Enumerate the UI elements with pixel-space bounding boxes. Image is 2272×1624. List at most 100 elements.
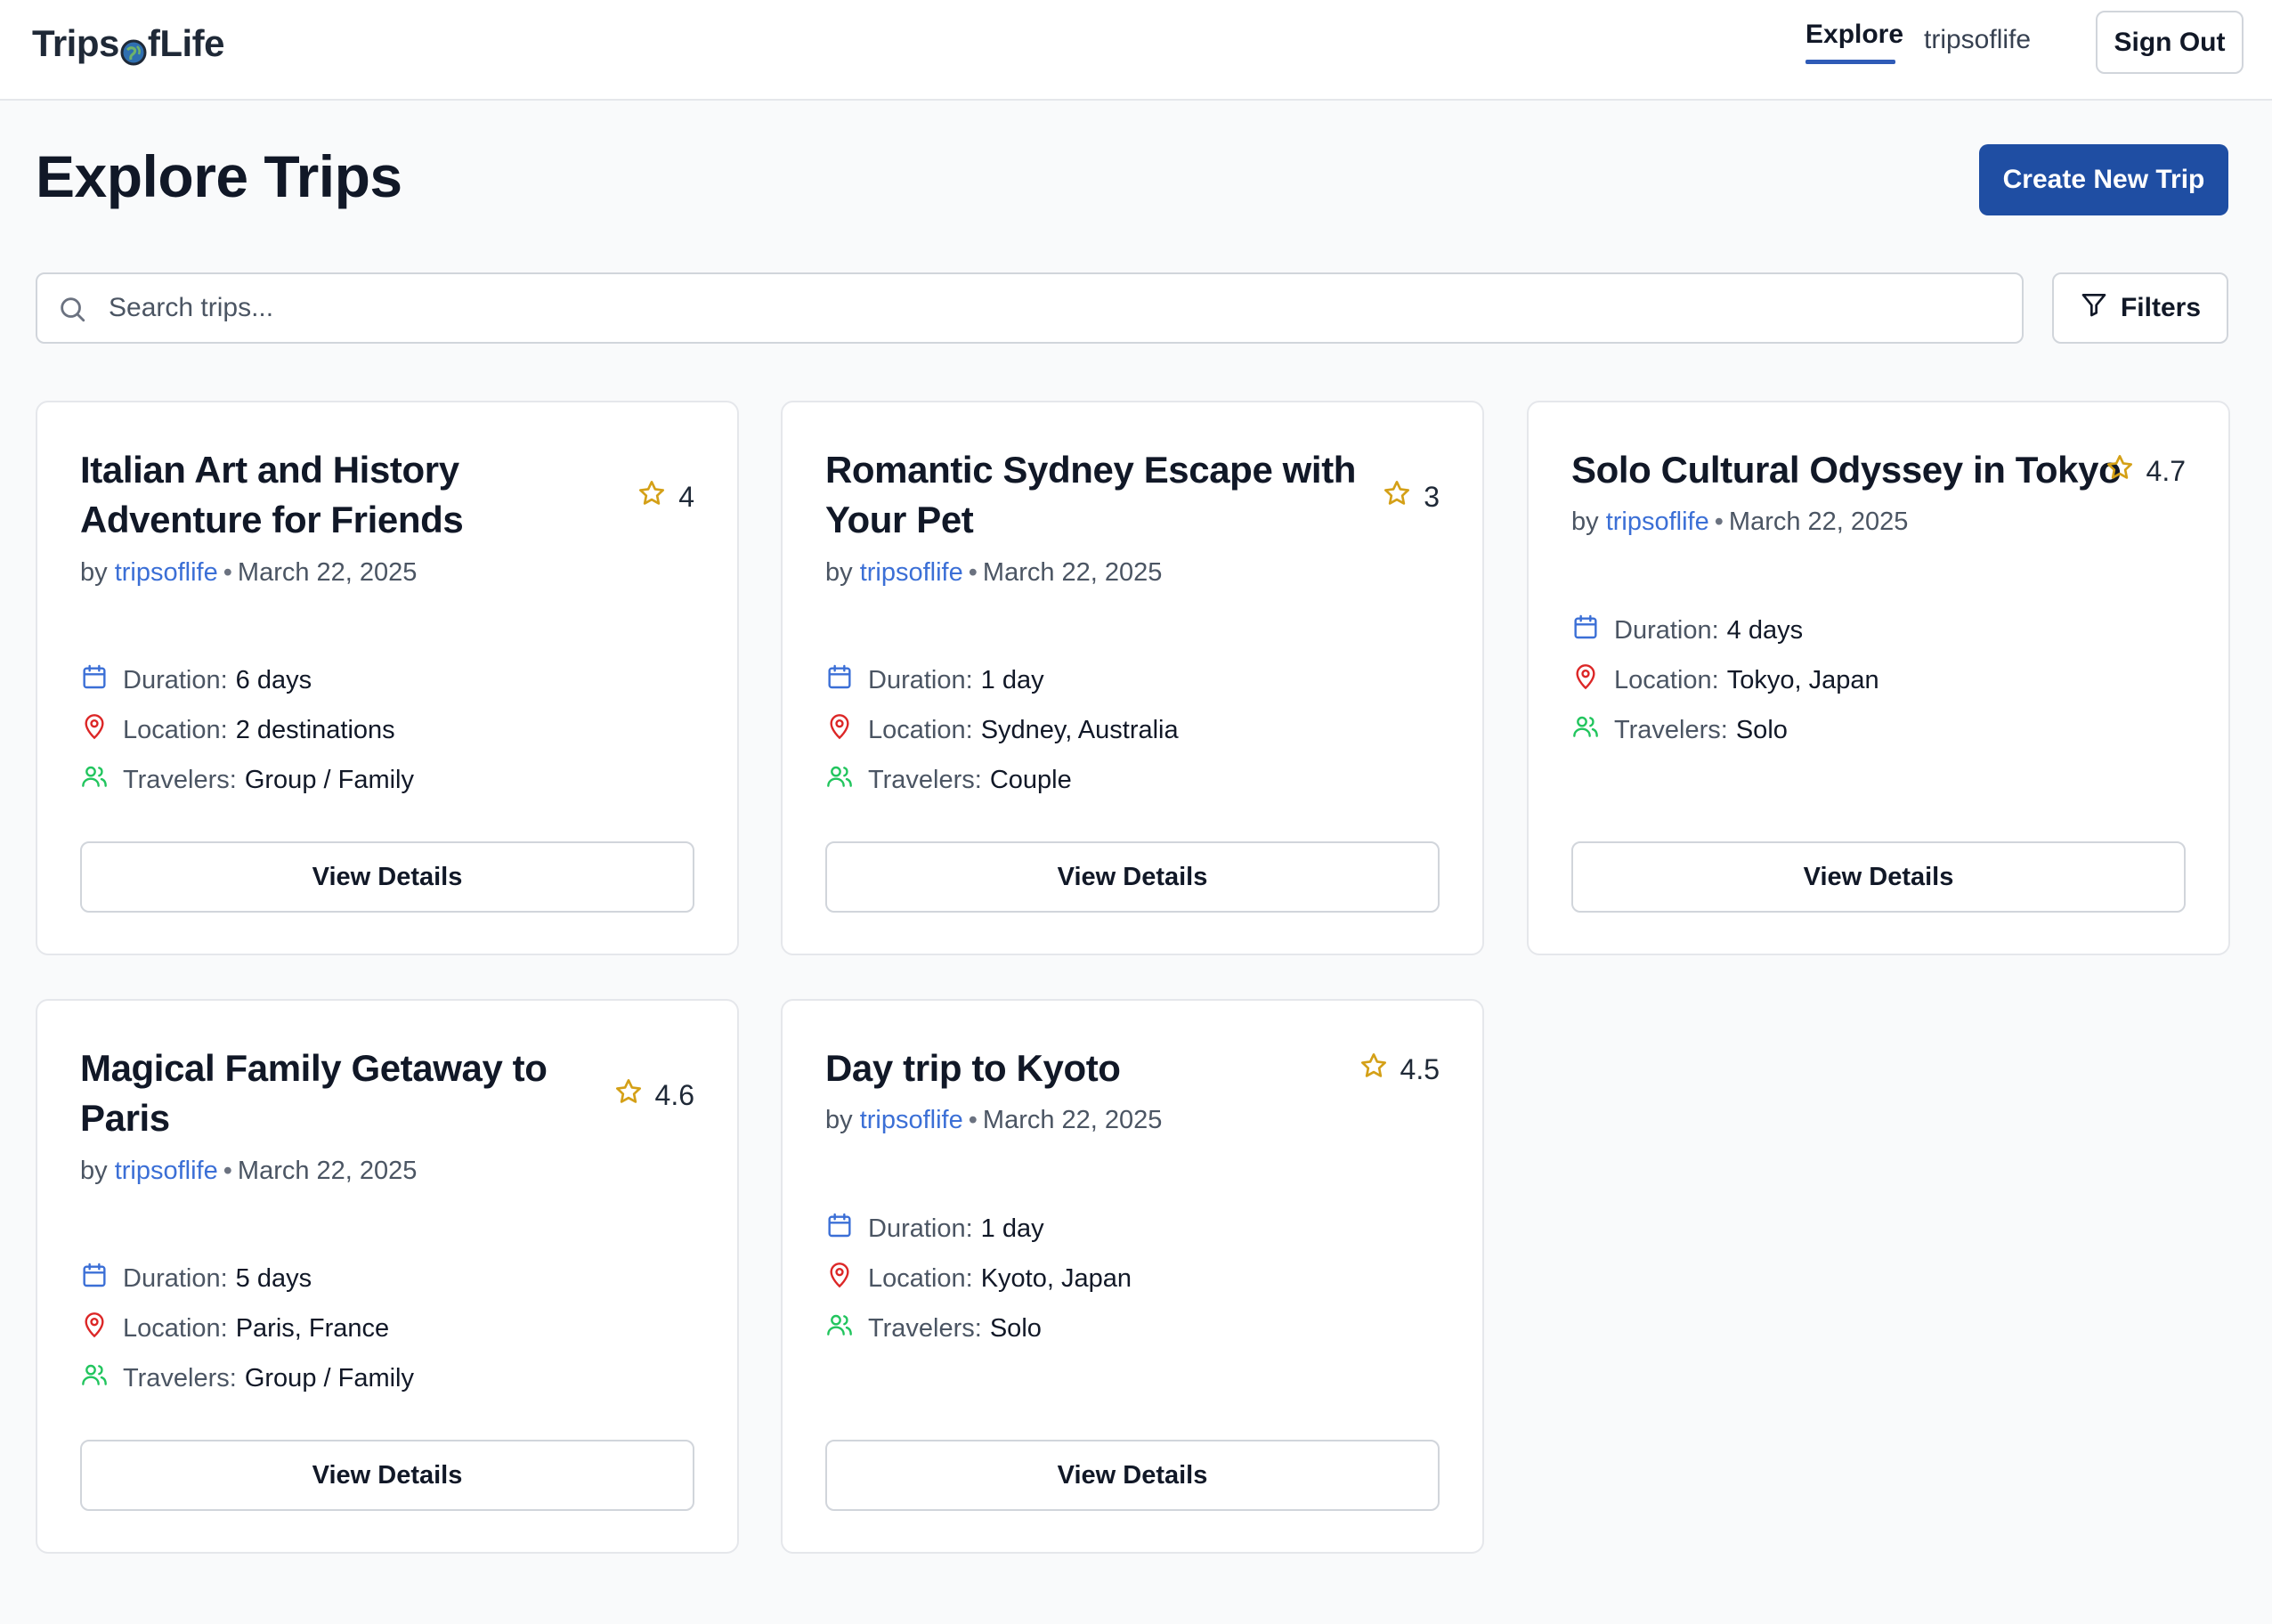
author-link[interactable]: tripsoflife [860, 1106, 963, 1134]
create-new-trip-button[interactable]: Create New Trip [1979, 144, 2228, 215]
sign-out-button[interactable]: Sign Out [2096, 11, 2244, 74]
trip-card: Solo Cultural Odyssey in Tokyo 4.7 by tr… [1527, 401, 2230, 955]
travelers-value: Couple [989, 765, 1072, 794]
location-row: Location: Sydney, Australia [825, 705, 1179, 755]
map-pin-icon [825, 1261, 868, 1296]
trip-rating: 4.7 [2106, 453, 2186, 489]
rating-value: 3 [1424, 480, 1440, 513]
trip-byline: by tripsoflife • March 22, 2025 [80, 1157, 417, 1186]
view-details-button[interactable]: View Details [80, 1440, 694, 1511]
trip-date: March 22, 2025 [237, 558, 418, 587]
trip-meta: Duration: 5 days Location: Paris, France T… [80, 1254, 414, 1403]
location-label: Location: [123, 1313, 228, 1343]
duration-row: Duration: 6 days [80, 655, 414, 705]
travelers-label: Travelers: [123, 765, 237, 794]
author-link[interactable]: tripsoflife [860, 558, 963, 587]
top-navbar: Trips fLife Explore tripsoflife Sign Out [0, 0, 2272, 101]
trip-title: Magical Family Getaway to Paris [80, 1047, 548, 1139]
location-label: Location: [123, 715, 228, 744]
trip-card: Italian Art and History Adventure for Fr… [36, 401, 739, 955]
by-label: by [80, 1157, 108, 1185]
location-label: Location: [868, 1263, 973, 1293]
by-label: by [825, 558, 853, 587]
duration-value: 1 day [980, 1214, 1044, 1243]
trip-rating: 3 [1383, 479, 1440, 515]
location-row: Location: Tokyo, Japan [1571, 655, 1879, 705]
view-details-button[interactable]: View Details [1571, 841, 2186, 913]
location-row: Location: Kyoto, Japan [825, 1254, 1132, 1303]
author-link[interactable]: tripsoflife [1606, 508, 1709, 536]
trip-rating: 4 [637, 479, 694, 515]
users-icon [1571, 712, 1614, 748]
calendar-icon [1571, 613, 1614, 648]
map-pin-icon [825, 712, 868, 748]
separator-dot: • [223, 558, 232, 587]
trip-meta: Duration: 1 day Location: Kyoto, Japan Tra… [825, 1204, 1132, 1353]
users-icon [825, 762, 868, 798]
location-label: Location: [868, 715, 973, 744]
duration-value: 1 day [980, 665, 1044, 694]
trip-title: Day trip to Kyoto [825, 1047, 1121, 1089]
duration-label: Duration: [868, 1214, 973, 1243]
location-value: Tokyo, Japan [1726, 665, 1879, 694]
rating-value: 4.6 [654, 1078, 694, 1111]
duration-label: Duration: [123, 665, 228, 694]
duration-label: Duration: [123, 1263, 228, 1293]
duration-row: Duration: 1 day [825, 655, 1179, 705]
duration-value: 4 days [1726, 615, 1804, 645]
logo-text-end: fLife [147, 22, 225, 64]
by-label: by [825, 1106, 853, 1134]
search-icon [57, 294, 87, 324]
trip-meta: Duration: 6 days Location: 2 destinations … [80, 655, 414, 805]
globe-icon [120, 32, 147, 66]
travelers-row: Travelers: Couple [825, 755, 1179, 805]
nav-user-link[interactable]: tripsoflife [1924, 25, 2031, 55]
travelers-row: Travelers: Solo [1571, 705, 1879, 755]
calendar-icon [80, 662, 123, 698]
duration-label: Duration: [1614, 615, 1719, 645]
duration-label: Duration: [868, 665, 973, 694]
search-input[interactable] [109, 283, 1996, 333]
trip-card: Day trip to Kyoto 4.5 by tripsoflife • Mar… [781, 999, 1484, 1554]
travelers-value: Solo [1735, 715, 1788, 744]
separator-dot: • [223, 1157, 232, 1185]
travelers-label: Travelers: [868, 765, 982, 794]
travelers-value: Solo [989, 1313, 1042, 1343]
map-pin-icon [80, 712, 123, 748]
author-link[interactable]: tripsoflife [115, 558, 218, 587]
rating-value: 4.5 [1400, 1052, 1440, 1085]
map-pin-icon [80, 1311, 123, 1346]
travelers-row: Travelers: Group / Family [80, 755, 414, 805]
users-icon [80, 1360, 123, 1396]
travelers-row: Travelers: Solo [825, 1303, 1132, 1353]
star-icon [1359, 1052, 1388, 1087]
app-logo[interactable]: Trips fLife [32, 21, 225, 66]
star-icon [637, 479, 666, 515]
search-bar [36, 272, 2024, 344]
trip-byline: by tripsoflife • March 22, 2025 [1571, 508, 1908, 537]
nav-explore-link[interactable]: Explore [1805, 20, 1903, 50]
travelers-value: Group / Family [244, 1363, 415, 1393]
filters-label: Filters [2120, 293, 2202, 322]
rating-value: 4.7 [2146, 454, 2186, 487]
view-details-button[interactable]: View Details [80, 841, 694, 913]
author-link[interactable]: tripsoflife [115, 1157, 218, 1185]
location-row: Location: 2 destinations [80, 705, 414, 755]
view-details-button[interactable]: View Details [825, 841, 1440, 913]
location-value: Paris, France [235, 1313, 390, 1343]
rating-value: 4 [678, 480, 694, 513]
trip-byline: by tripsoflife • March 22, 2025 [80, 558, 417, 588]
trip-rating: 4.6 [614, 1077, 694, 1113]
logo-text-start: Trips [32, 22, 119, 64]
trip-byline: by tripsoflife • March 22, 2025 [825, 1106, 1162, 1135]
travelers-value: Group / Family [244, 765, 415, 794]
location-row: Location: Paris, France [80, 1303, 414, 1353]
by-label: by [80, 558, 108, 587]
duration-row: Duration: 1 day [825, 1204, 1132, 1254]
filters-button[interactable]: Filters [2052, 272, 2228, 344]
trip-date: March 22, 2025 [982, 1106, 1163, 1134]
view-details-button[interactable]: View Details [825, 1440, 1440, 1511]
location-label: Location: [1614, 665, 1719, 694]
travelers-label: Travelers: [1614, 715, 1728, 744]
by-label: by [1571, 508, 1599, 536]
